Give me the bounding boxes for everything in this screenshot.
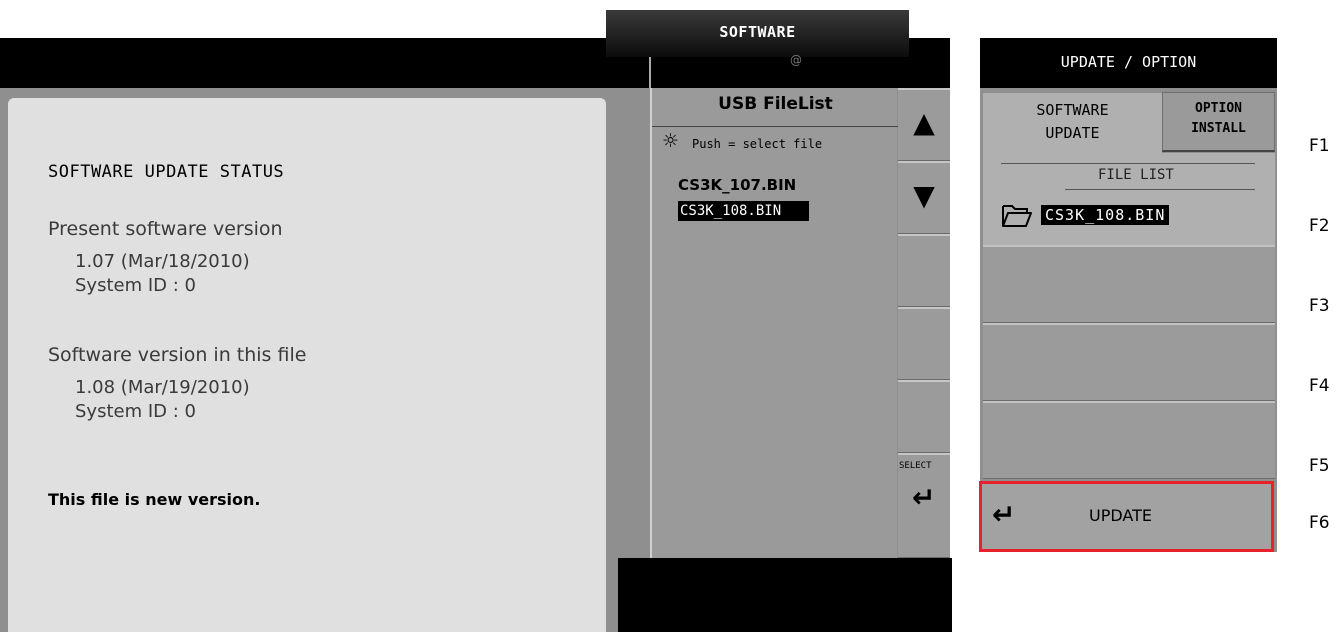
filelist-hint: Push = select file <box>692 137 823 151</box>
function-key-label: F5 <box>1309 456 1330 476</box>
filelist-divider <box>652 126 899 127</box>
file-version-label: Software version in this file <box>48 344 307 366</box>
tab-software-update[interactable]: SOFTWARE UPDATE <box>983 93 1162 153</box>
function-key-label: F3 <box>1309 296 1330 316</box>
status-title: SOFTWARE UPDATE STATUS <box>48 162 285 182</box>
file-list-rule-2 <box>1065 189 1255 190</box>
knob-icon: ☼ <box>662 130 680 152</box>
down-arrow-icon: ▼ <box>913 179 935 212</box>
tab-option-line1: OPTION <box>1195 101 1242 116</box>
at-icon: @ <box>790 53 802 67</box>
file-item-selected[interactable]: CS3K_108.BIN <box>678 201 810 221</box>
file-list-button[interactable]: FILE LIST CS3K_108.BIN <box>983 153 1275 245</box>
update-button[interactable]: ↵ UPDATE <box>979 481 1274 552</box>
side-button-5[interactable] <box>898 380 950 453</box>
software-tab[interactable]: SOFTWARE <box>606 10 909 57</box>
enter-icon: ↵ <box>992 498 1016 531</box>
enter-icon: ↵ <box>912 481 936 514</box>
file-item[interactable]: CS3K_107.BIN <box>678 176 796 194</box>
update-option-header: UPDATE / OPTION <box>980 38 1277 88</box>
function-button-f3[interactable] <box>983 245 1275 323</box>
select-label: SELECT <box>899 461 932 471</box>
folder-icon <box>1002 205 1032 227</box>
present-system-id: System ID : 0 <box>75 275 196 296</box>
present-version-value: 1.07 (Mar/18/2010) <box>75 251 250 272</box>
update-label: UPDATE <box>1089 506 1152 525</box>
function-key-label: F4 <box>1309 376 1330 396</box>
side-button-column: ▲ ▼ SELECT ↵ <box>898 88 950 558</box>
file-list-title: FILE LIST <box>1098 167 1174 183</box>
usb-filelist-panel: USB FileList ☼ Push = select file CS3K_1… <box>650 88 899 558</box>
bottom-bar <box>618 558 952 632</box>
file-list-rule <box>1001 163 1255 164</box>
function-button-f4[interactable] <box>983 323 1275 401</box>
scroll-up-button[interactable]: ▲ <box>898 88 950 161</box>
tab-option-line2: INSTALL <box>1191 121 1246 136</box>
tab-software-line2: UPDATE <box>1045 124 1100 142</box>
function-key-label: F6 <box>1309 513 1330 533</box>
update-status-panel: SOFTWARE UPDATE STATUS Present software … <box>8 98 606 632</box>
function-key-label: F2 <box>1309 216 1330 236</box>
function-button-f5[interactable] <box>983 401 1275 479</box>
side-button-4[interactable] <box>898 307 950 380</box>
file-version-value: 1.08 (Mar/19/2010) <box>75 377 250 398</box>
status-message: This file is new version. <box>48 490 261 509</box>
present-version-label: Present software version <box>48 218 283 240</box>
filelist-header: USB FileList <box>718 94 833 114</box>
tab-software-line1: SOFTWARE <box>1036 101 1109 119</box>
scroll-down-button[interactable]: ▼ <box>898 161 950 234</box>
side-button-3[interactable] <box>898 234 950 307</box>
function-key-label: F1 <box>1309 136 1330 156</box>
tab-divider <box>649 57 651 88</box>
file-system-id: System ID : 0 <box>75 401 196 422</box>
up-arrow-icon: ▲ <box>913 106 935 139</box>
tab-option-install[interactable]: OPTION INSTALL <box>1162 92 1275 152</box>
select-button[interactable]: SELECT ↵ <box>898 453 950 558</box>
selected-file: CS3K_108.BIN <box>1041 205 1170 225</box>
